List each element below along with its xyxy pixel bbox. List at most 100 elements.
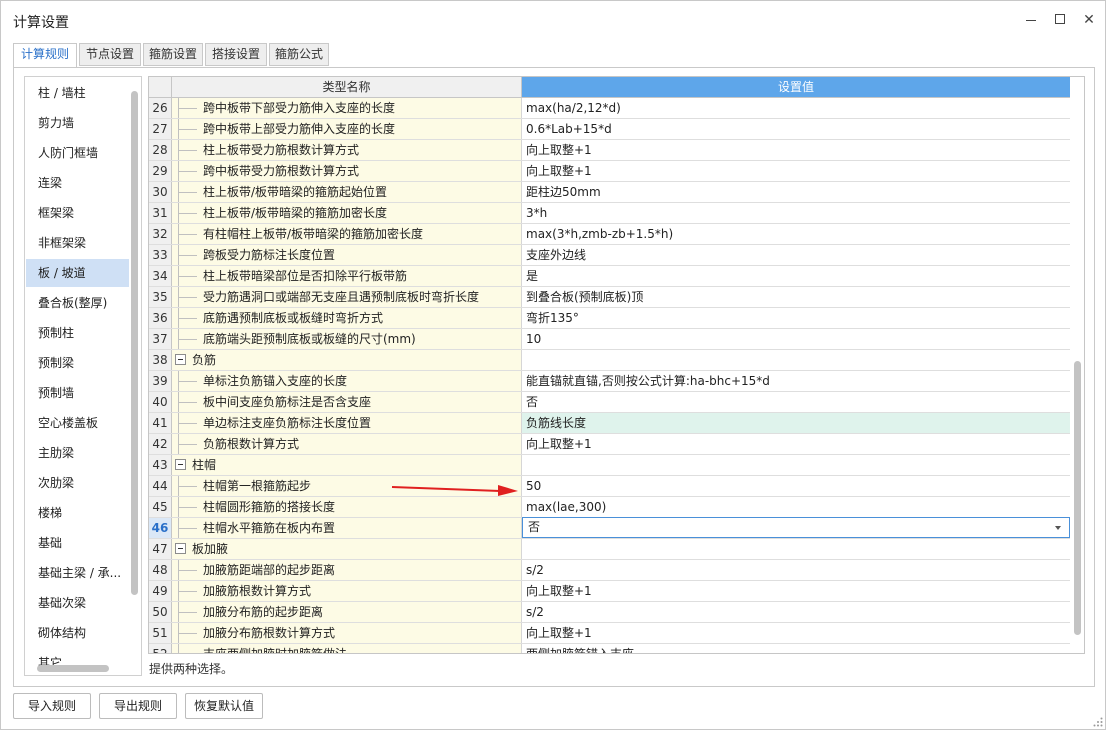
tab-2[interactable]: 节点设置 (79, 43, 141, 66)
rule-value-cell[interactable]: s/2 (522, 602, 1070, 622)
sidebar-item[interactable]: 预制墙 (26, 379, 129, 407)
table-row[interactable]: 27 跨中板带上部受力筋伸入支座的长度 0.6*Lab+15*d (149, 119, 1070, 140)
table-row[interactable]: 49 加腋筋根数计算方式 向上取整+1 (149, 581, 1070, 602)
rule-value-cell[interactable]: s/2 (522, 560, 1070, 580)
table-row[interactable]: 31 柱上板带/板带暗梁的箍筋加密长度 3*h (149, 203, 1070, 224)
rule-value-cell[interactable]: 弯折135° (522, 308, 1070, 328)
restore-defaults-button[interactable]: 恢复默认值 (185, 693, 263, 719)
table-row[interactable]: 33 跨板受力筋标注长度位置 支座外边线 (149, 245, 1070, 266)
sidebar-item[interactable]: 叠合板(整厚) (26, 289, 129, 317)
tab-1[interactable]: 计算规则 (13, 43, 77, 68)
rule-value: 10 (526, 332, 542, 346)
resize-grip-icon[interactable] (1093, 717, 1103, 727)
table-row[interactable]: 37 底筋端头距预制底板或板缝的尺寸(mm) 10 (149, 329, 1070, 350)
sidebar-item[interactable]: 连梁 (26, 169, 129, 197)
sidebar-item[interactable]: 基础 (26, 529, 129, 557)
table-row[interactable]: 43 柱帽 (149, 455, 1070, 476)
table-row[interactable]: 42 负筋根数计算方式 向上取整+1 (149, 434, 1070, 455)
rule-value-cell[interactable]: 50 (522, 476, 1070, 496)
maximize-button[interactable] (1050, 10, 1070, 30)
rule-value-cell[interactable]: 支座外边线 (522, 245, 1070, 265)
export-rules-button[interactable]: 导出规则 (99, 693, 177, 719)
rule-name: 有柱帽柱上板带/板带暗梁的箍筋加密长度 (203, 227, 424, 241)
table-row[interactable]: 45 柱帽圆形箍筋的搭接长度 max(lae,300) (149, 497, 1070, 518)
sidebar-item[interactable]: 人防门框墙 (26, 139, 129, 167)
value-dropdown[interactable]: 否 (522, 517, 1070, 538)
table-row[interactable]: 36 底筋遇预制底板或板缝时弯折方式 弯折135° (149, 308, 1070, 329)
sidebar-item[interactable]: 基础次梁 (26, 589, 129, 617)
sidebar-item[interactable]: 楼梯 (26, 499, 129, 527)
minimize-button[interactable] (1021, 10, 1041, 30)
table-row[interactable]: 38 负筋 (149, 350, 1070, 371)
table-row[interactable]: 44 柱帽第一根箍筋起步 50 (149, 476, 1070, 497)
collapse-icon[interactable] (175, 354, 186, 365)
table-row[interactable]: 30 柱上板带/板带暗梁的箍筋起始位置 距柱边50mm (149, 182, 1070, 203)
table-row[interactable]: 48 加腋筋距端部的起步距离 s/2 (149, 560, 1070, 581)
sidebar-item[interactable]: 主肋梁 (26, 439, 129, 467)
rule-value-cell[interactable]: 距柱边50mm (522, 182, 1070, 202)
collapse-icon[interactable] (175, 543, 186, 554)
tree-line (179, 570, 197, 571)
row-number: 48 (149, 560, 172, 580)
rule-name-cell: 跨中板带受力筋根数计算方式 (172, 161, 522, 181)
sidebar-item[interactable]: 预制梁 (26, 349, 129, 377)
sidebar-horizontal-scrollbar[interactable] (37, 665, 109, 672)
rule-value-cell[interactable] (522, 455, 1070, 475)
sidebar-vertical-scrollbar[interactable] (131, 91, 138, 595)
table-row[interactable]: 41 单边标注支座负筋标注长度位置 负筋线长度 (149, 413, 1070, 434)
sidebar-item[interactable]: 基础主梁 / 承... (26, 559, 129, 587)
tab-5[interactable]: 箍筋公式 (269, 43, 329, 66)
rule-value-cell[interactable]: 能直锚就直锚,否则按公式计算:ha-bhc+15*d (522, 371, 1070, 391)
table-row[interactable]: 34 柱上板带暗梁部位是否扣除平行板带筋 是 (149, 266, 1070, 287)
collapse-icon[interactable] (175, 459, 186, 470)
rule-value-cell[interactable]: 负筋线长度 (522, 413, 1070, 433)
sidebar-item[interactable]: 砌体结构 (26, 619, 129, 647)
table-row[interactable]: 40 板中间支座负筋标注是否含支座 否 (149, 392, 1070, 413)
table-row[interactable]: 28 柱上板带受力筋根数计算方式 向上取整+1 (149, 140, 1070, 161)
rule-value-cell[interactable]: 否 (522, 392, 1070, 412)
table-row[interactable]: 47 板加腋 (149, 539, 1070, 560)
rule-value-cell[interactable]: 是 (522, 266, 1070, 286)
table-row[interactable]: 26 跨中板带下部受力筋伸入支座的长度 max(ha/2,12*d) (149, 98, 1070, 119)
chevron-down-icon[interactable] (1055, 526, 1061, 530)
table-row[interactable]: 39 单标注负筋锚入支座的长度 能直锚就直锚,否则按公式计算:ha-bhc+15*d (149, 371, 1070, 392)
rule-value-cell[interactable] (522, 539, 1070, 559)
rule-value-cell[interactable]: 两侧加腋筋锚入支座 (522, 644, 1070, 653)
table-row[interactable]: 29 跨中板带受力筋根数计算方式 向上取整+1 (149, 161, 1070, 182)
sidebar-item[interactable]: 预制柱 (26, 319, 129, 347)
rule-value-cell[interactable]: 向上取整+1 (522, 581, 1070, 601)
grid-vertical-scrollbar[interactable] (1074, 361, 1081, 635)
sidebar-item[interactable]: 剪力墙 (26, 109, 129, 137)
rule-name-cell: 板中间支座负筋标注是否含支座 (172, 392, 522, 412)
rule-value-cell[interactable]: 向上取整+1 (522, 161, 1070, 181)
rule-value-cell[interactable]: 到叠合板(预制底板)顶 (522, 287, 1070, 307)
rule-value-cell[interactable]: max(lae,300) (522, 497, 1070, 517)
sidebar-item[interactable]: 框架梁 (26, 199, 129, 227)
close-button[interactable]: ✕ (1079, 10, 1099, 30)
rule-value-cell[interactable]: 3*h (522, 203, 1070, 223)
rule-value-cell[interactable]: max(3*h,zmb-zb+1.5*h) (522, 224, 1070, 244)
rule-value-cell[interactable]: 向上取整+1 (522, 140, 1070, 160)
rule-name-cell: 加腋筋距端部的起步距离 (172, 560, 522, 580)
rule-value: 50 (526, 479, 542, 493)
rule-value-cell[interactable] (522, 350, 1070, 370)
tab-3[interactable]: 箍筋设置 (143, 43, 203, 66)
table-row[interactable]: 50 加腋分布筋的起步距离 s/2 (149, 602, 1070, 623)
table-row[interactable]: 51 加腋分布筋根数计算方式 向上取整+1 (149, 623, 1070, 644)
tab-4[interactable]: 搭接设置 (205, 43, 267, 66)
sidebar-item[interactable]: 空心楼盖板 (26, 409, 129, 437)
rule-value-cell[interactable]: max(ha/2,12*d) (522, 98, 1070, 118)
rule-value-cell[interactable]: 向上取整+1 (522, 434, 1070, 454)
table-row[interactable]: 35 受力筋遇洞口或端部无支座且遇预制底板时弯折长度 到叠合板(预制底板)顶 (149, 287, 1070, 308)
table-row[interactable]: 32 有柱帽柱上板带/板带暗梁的箍筋加密长度 max(3*h,zmb-zb+1.5*… (149, 224, 1070, 245)
import-rules-button[interactable]: 导入规则 (13, 693, 91, 719)
rule-value-cell[interactable]: 10 (522, 329, 1070, 349)
sidebar-item[interactable]: 板 / 坡道 (26, 259, 129, 287)
table-row[interactable]: 52 支座两侧加腋时加腋筋做法 两侧加腋筋锚入支座 (149, 644, 1070, 653)
sidebar-item[interactable]: 次肋梁 (26, 469, 129, 497)
sidebar-item[interactable]: 柱 / 墙柱 (26, 79, 129, 107)
rule-value-cell[interactable]: 0.6*Lab+15*d (522, 119, 1070, 139)
table-row[interactable]: 46 柱帽水平箍筋在板内布置 否 (149, 517, 1070, 539)
sidebar-item[interactable]: 非框架梁 (26, 229, 129, 257)
rule-value-cell[interactable]: 向上取整+1 (522, 623, 1070, 643)
